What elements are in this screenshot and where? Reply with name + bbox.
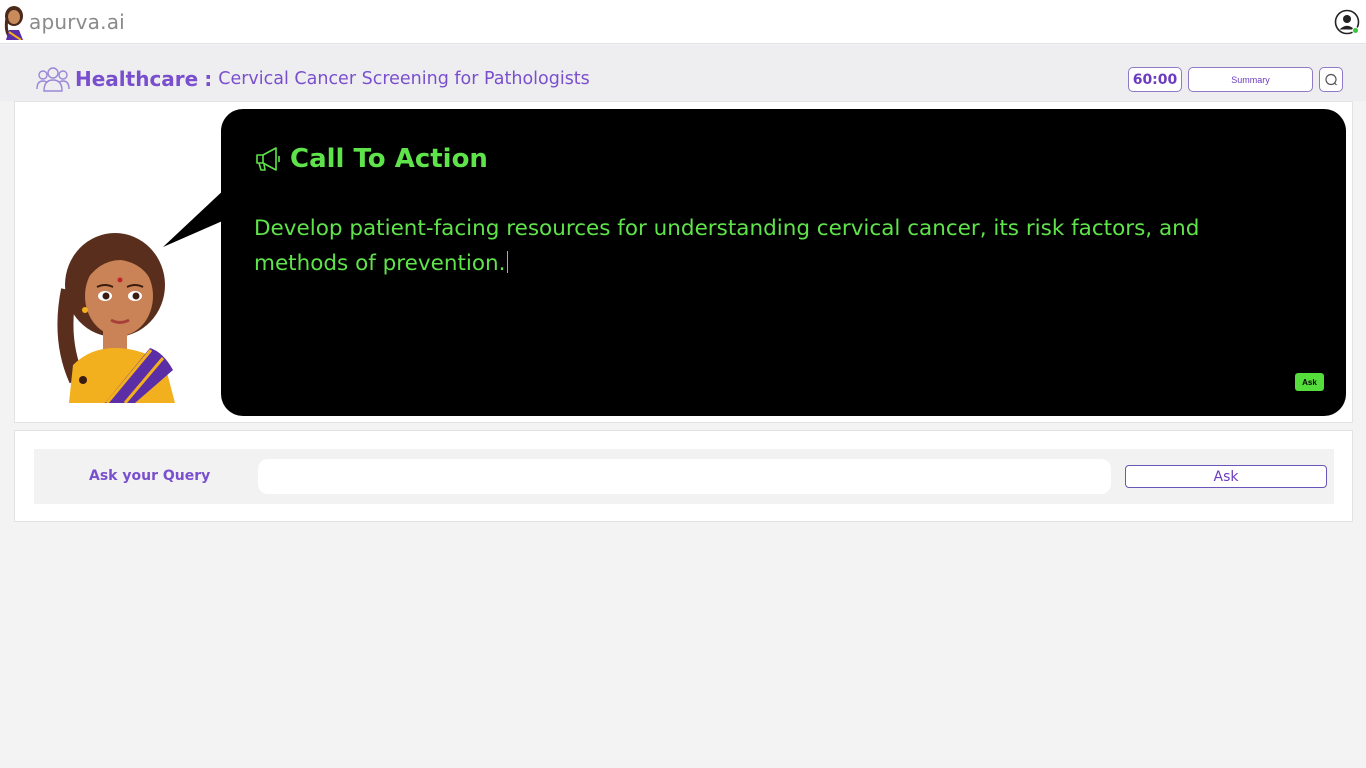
- presenter-avatar: [57, 233, 175, 403]
- cta-text-body: Develop patient-facing resources for und…: [254, 216, 1200, 276]
- text-caret: [507, 251, 509, 273]
- query-panel: Ask your Query Ask: [14, 430, 1353, 522]
- category-label: Healthcare: [75, 67, 199, 91]
- avatar-logo-icon: [4, 6, 23, 40]
- query-label: Ask your Query: [89, 468, 211, 484]
- ask-mini-button[interactable]: Ask: [1295, 373, 1324, 391]
- presentation-panel: Call To Action Develop patient-facing re…: [14, 101, 1353, 423]
- people-group-icon: [36, 67, 70, 92]
- header-separator: :: [204, 67, 213, 91]
- page-title: Cervical Cancer Screening for Pathologis…: [218, 69, 590, 89]
- query-input[interactable]: [258, 459, 1111, 494]
- query-bar: Ask your Query Ask: [34, 449, 1334, 504]
- speech-bubble: Call To Action Develop patient-facing re…: [221, 109, 1346, 416]
- user-profile-icon[interactable]: [1334, 9, 1360, 35]
- page-heading: Healthcare : Cervical Cancer Screening f…: [36, 65, 590, 93]
- cta-heading: Call To Action: [254, 144, 488, 174]
- summary-button[interactable]: Summary: [1188, 67, 1313, 92]
- session-timer: 60:00: [1128, 67, 1182, 92]
- ask-button[interactable]: Ask: [1125, 465, 1327, 488]
- search-icon: [1325, 73, 1337, 85]
- brand-name: apurva.ai: [29, 10, 125, 34]
- brand[interactable]: apurva.ai: [3, 4, 125, 40]
- top-bar: apurva.ai: [0, 0, 1366, 44]
- megaphone-icon: [256, 147, 280, 171]
- cta-text: Develop patient-facing resources for und…: [254, 211, 1254, 281]
- header-bar: Healthcare : Cervical Cancer Screening f…: [0, 45, 1366, 101]
- cta-title: Call To Action: [290, 144, 488, 174]
- search-button[interactable]: [1319, 67, 1343, 92]
